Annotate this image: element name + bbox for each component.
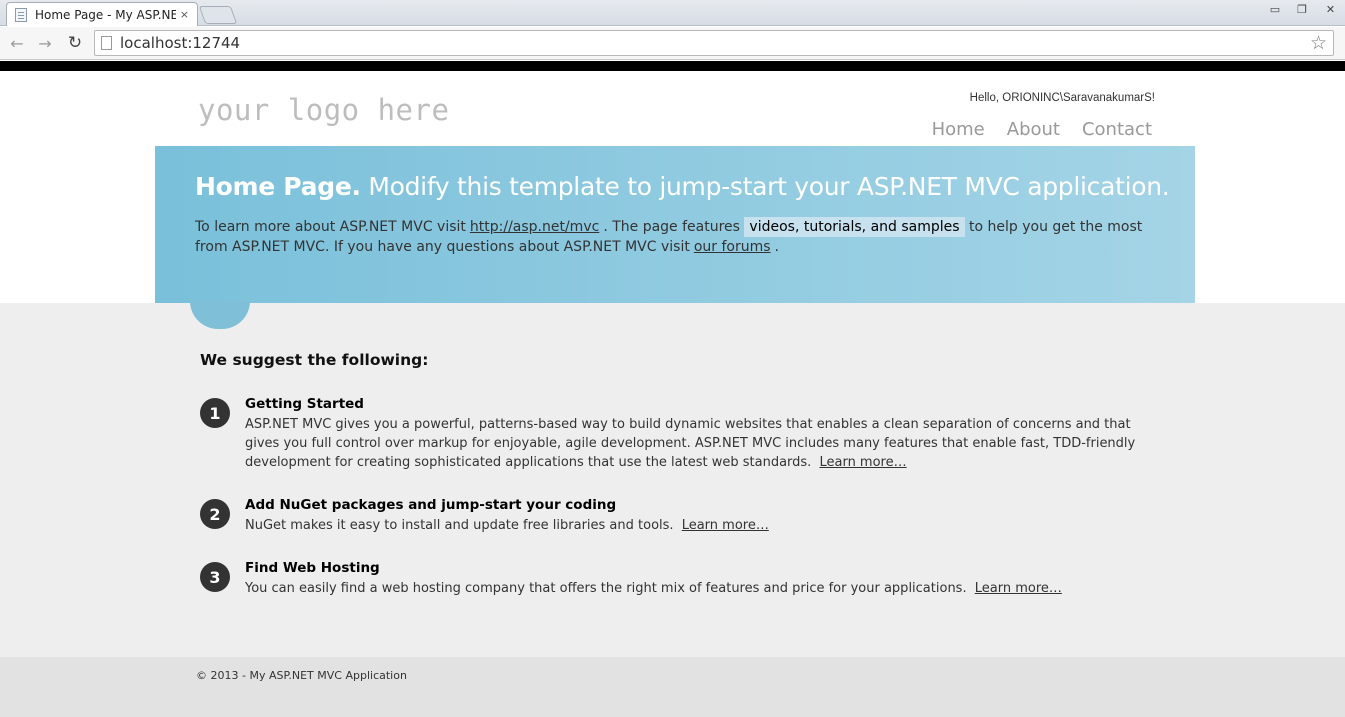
back-arrow-icon[interactable]: ← — [6, 32, 28, 54]
hero-text-1: To learn more about ASP.NET MVC visit — [195, 219, 466, 235]
step-number: 2 — [200, 499, 230, 529]
address-bar[interactable]: localhost:12744 ☆ — [94, 30, 1334, 56]
step-text: ASP.NET MVC gives you a powerful, patter… — [245, 417, 1136, 470]
learn-more-link[interactable]: Learn more… — [819, 455, 906, 470]
tab-close-icon[interactable]: × — [180, 8, 189, 21]
hero-bubble-decoration — [190, 301, 250, 329]
step-title: Find Web Hosting — [245, 560, 380, 576]
learn-more-link[interactable]: Learn more… — [975, 581, 1062, 596]
nav-about[interactable]: About — [1007, 119, 1060, 140]
page-favicon-icon — [15, 7, 27, 22]
hero-text-2: . The page features — [603, 219, 740, 235]
window-maximize-button[interactable]: ❐ — [1289, 0, 1315, 18]
reload-icon[interactable]: ↻ — [64, 32, 86, 54]
window-close-button[interactable]: ✕ — [1316, 0, 1345, 18]
step-description: You can easily find a web hosting compan… — [245, 579, 1165, 598]
tab-title: Home Page - My ASP.NET — [35, 7, 176, 22]
browser-tab-active[interactable]: Home Page - My ASP.NET × — [6, 2, 198, 26]
learn-more-link[interactable]: Learn more… — [682, 518, 769, 533]
step-text: You can easily find a web hosting compan… — [245, 581, 967, 596]
hero-description: To learn more about ASP.NET MVC visit htt… — [195, 217, 1155, 257]
top-black-bar — [0, 61, 1345, 71]
forums-link[interactable]: our forums — [690, 239, 775, 255]
aspnet-mvc-link[interactable]: http://asp.net/mvc — [466, 219, 603, 235]
new-tab-button[interactable] — [198, 6, 238, 24]
nav-home[interactable]: Home — [932, 119, 985, 140]
browser-toolbar: ← → ↻ localhost:12744 ☆ — [0, 27, 1345, 60]
page-icon — [101, 36, 112, 50]
browser-tab-strip: Home Page - My ASP.NET × ▭ ❐ ✕ — [0, 0, 1345, 26]
nav-contact[interactable]: Contact — [1082, 119, 1152, 140]
hero-title-strong: Home Page. — [195, 172, 361, 201]
hero-title-rest: Modify this template to jump-start your … — [368, 172, 1170, 201]
window-minimize-button[interactable]: ▭ — [1262, 0, 1288, 18]
step-title: Getting Started — [245, 396, 364, 412]
main-content: We suggest the following: 1 Getting Star… — [0, 301, 1345, 657]
step-number: 1 — [200, 398, 230, 428]
suggestions-heading: We suggest the following: — [200, 351, 429, 369]
featured-hero: Home Page. Modify this template to jump-… — [155, 146, 1195, 303]
forward-arrow-icon[interactable]: → — [34, 32, 56, 54]
step-text: NuGet makes it easy to install and updat… — [245, 518, 674, 533]
site-logo[interactable]: your logo here — [198, 93, 449, 127]
star-icon[interactable]: ☆ — [1310, 32, 1327, 54]
step-number: 3 — [200, 562, 230, 592]
step-description: ASP.NET MVC gives you a powerful, patter… — [245, 415, 1165, 472]
main-nav: Home About Contact — [910, 119, 1152, 140]
copyright-text: © 2013 - My ASP.NET MVC Application — [196, 669, 407, 682]
hero-highlight: videos, tutorials, and samples — [744, 217, 965, 237]
user-greeting: Hello, ORIONINC\SaravanakumarS! — [969, 92, 1155, 104]
page-content: your logo here Hello, ORIONINC\Saravanak… — [0, 71, 1345, 717]
hero-title: Home Page. Modify this template to jump-… — [195, 172, 1170, 201]
step-title: Add NuGet packages and jump-start your c… — [245, 497, 617, 513]
hero-text-4: . — [774, 239, 779, 255]
site-footer: © 2013 - My ASP.NET MVC Application — [0, 657, 1345, 717]
address-url[interactable]: localhost:12744 — [120, 34, 240, 52]
step-description: NuGet makes it easy to install and updat… — [245, 516, 1165, 535]
